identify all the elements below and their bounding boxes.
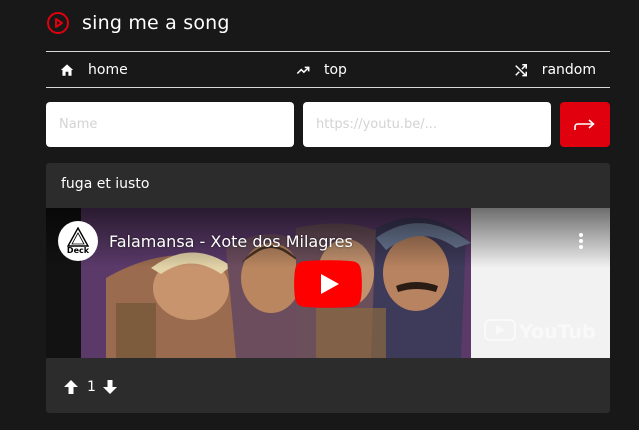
home-icon bbox=[60, 63, 74, 76]
trending-up-icon bbox=[296, 66, 310, 74]
play-button-icon[interactable] bbox=[294, 260, 362, 308]
recommendation-name: fuga et iusto bbox=[61, 176, 150, 192]
nav-top-label: top bbox=[324, 61, 347, 78]
nav-random-label: random bbox=[541, 61, 596, 78]
nav-home-label: home bbox=[88, 61, 128, 78]
channel-avatar[interactable]: Deck bbox=[58, 221, 98, 261]
video-embed[interactable]: Deck Falamansa - Xote dos Milagres YouTu… bbox=[46, 208, 610, 358]
youtube-watermark-icon: YouTube bbox=[484, 319, 596, 343]
nav-home-link[interactable]: home bbox=[60, 52, 128, 87]
main-nav: home top random bbox=[46, 51, 610, 88]
new-song-form bbox=[46, 102, 610, 147]
vote-score: 1 bbox=[87, 379, 96, 395]
submit-button[interactable] bbox=[560, 102, 610, 147]
nav-top-link[interactable]: top bbox=[296, 52, 347, 87]
app-header: sing me a song bbox=[46, 8, 230, 38]
more-options-icon[interactable] bbox=[578, 232, 584, 250]
name-input[interactable] bbox=[46, 102, 294, 147]
recommendation-card: fuga et iusto Deck Falamansa - Xote dos … bbox=[46, 163, 610, 413]
arrow-right-icon bbox=[574, 118, 595, 130]
youtube-link-input[interactable] bbox=[303, 102, 551, 147]
play-circle-icon[interactable] bbox=[46, 11, 70, 35]
upvote-arrow-icon[interactable] bbox=[63, 379, 79, 395]
channel-badge-text: Deck bbox=[66, 246, 90, 255]
app-title: sing me a song bbox=[82, 12, 230, 34]
downvote-arrow-icon[interactable] bbox=[102, 379, 118, 395]
shuffle-icon bbox=[514, 63, 527, 76]
vote-bar: 1 bbox=[63, 375, 118, 399]
youtube-watermark-text: YouTube bbox=[518, 321, 596, 343]
channel-logo-icon bbox=[67, 227, 89, 247]
nav-random-link[interactable]: random bbox=[514, 52, 596, 87]
video-title[interactable]: Falamansa - Xote dos Milagres bbox=[109, 232, 353, 251]
